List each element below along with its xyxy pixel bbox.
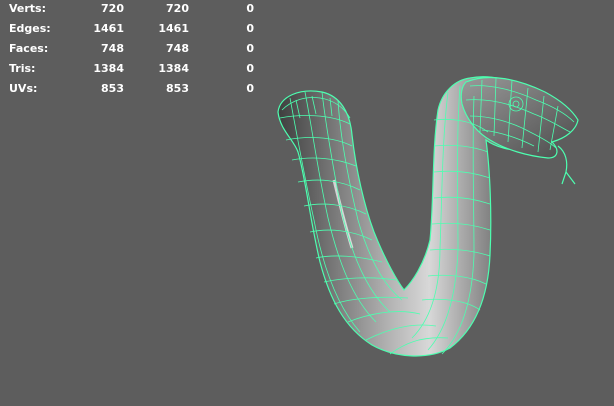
hud-selected-value: 853 <box>166 82 189 95</box>
hud-row-tris: Tris: 1384 1384 0 <box>0 60 270 80</box>
hud-row-faces: Faces: 748 748 0 <box>0 40 270 60</box>
hud-label: UVs: <box>9 82 38 95</box>
hud-label: Verts: <box>9 2 47 15</box>
hud-label: Tris: <box>9 62 36 75</box>
3d-viewport[interactable]: Verts: 720 720 0 Edges: 1461 1461 0 Face… <box>0 0 614 406</box>
poly-count-hud: Verts: 720 720 0 Edges: 1461 1461 0 Face… <box>0 0 270 100</box>
hud-label: Faces: <box>9 42 49 55</box>
hud-total-value: 853 <box>101 82 124 95</box>
hud-label: Edges: <box>9 22 51 35</box>
hud-component-value: 0 <box>246 42 254 55</box>
hud-component-value: 0 <box>246 22 254 35</box>
hud-selected-value: 748 <box>166 42 189 55</box>
hud-component-value: 0 <box>246 62 254 75</box>
hud-row-verts: Verts: 720 720 0 <box>0 0 270 20</box>
hud-total-value: 1384 <box>93 62 124 75</box>
snake-tongue <box>557 145 576 185</box>
hud-row-uvs: UVs: 853 853 0 <box>0 80 270 100</box>
hud-component-value: 0 <box>246 2 254 15</box>
hud-total-value: 720 <box>101 2 124 15</box>
hud-row-edges: Edges: 1461 1461 0 <box>0 20 270 40</box>
hud-selected-value: 1461 <box>158 22 189 35</box>
hud-selected-value: 1384 <box>158 62 189 75</box>
hud-component-value: 0 <box>246 82 254 95</box>
hud-total-value: 748 <box>101 42 124 55</box>
hud-total-value: 1461 <box>93 22 124 35</box>
hud-selected-value: 720 <box>166 2 189 15</box>
